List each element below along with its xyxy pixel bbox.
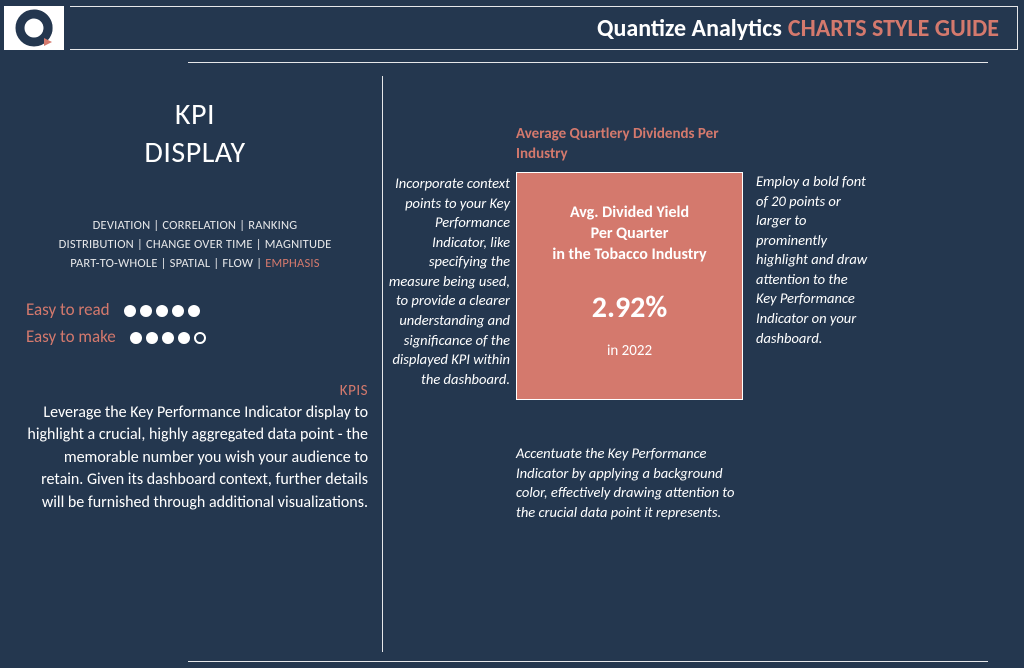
section-title-line1: KPI bbox=[175, 96, 215, 133]
donut-logo-icon bbox=[14, 8, 54, 48]
ratings: Easy to read Easy to make bbox=[26, 297, 368, 350]
tag: DISTRIBUTION bbox=[59, 237, 134, 252]
kpi-card-heading-line2: Per Quarter bbox=[591, 224, 669, 243]
header: Quantize Analytics CHARTS STYLE GUIDE bbox=[0, 4, 1024, 52]
tag-list: DEVIATION | CORRELATION | RANKING DISTRI… bbox=[22, 217, 368, 273]
tag: RANKING bbox=[248, 218, 297, 233]
annotation-right: Employ a bold font of 20 points or large… bbox=[756, 172, 868, 348]
kpi-card-year: in 2022 bbox=[517, 342, 742, 360]
rating-easy-to-make: Easy to make bbox=[26, 324, 368, 350]
divider-bottom bbox=[188, 661, 988, 662]
kpi-card-title: Average Quartlery Dividends Per Industry bbox=[516, 124, 746, 165]
annotation-left: Incorporate context points to your Key P… bbox=[388, 174, 510, 389]
rating-dots-read bbox=[120, 297, 200, 323]
left-column: KPI DISPLAY DEVIATION | CORRELATION | RA… bbox=[0, 76, 382, 652]
divider-top bbox=[188, 62, 988, 63]
kpi-card-heading-line3: in the Tobacco Industry bbox=[552, 245, 706, 264]
tag: CHANGE OVER TIME bbox=[146, 237, 253, 252]
section-title-line2: DISPLAY bbox=[144, 134, 245, 171]
tag: PART-TO-WHOLE bbox=[70, 256, 157, 271]
annotation-bottom: Accentuate the Key Performance Indicator… bbox=[516, 444, 754, 522]
kpis-label: KPIS bbox=[22, 382, 368, 400]
tag: FLOW bbox=[222, 256, 253, 271]
tag: SPATIAL bbox=[170, 256, 211, 271]
section-title: KPI DISPLAY bbox=[22, 96, 368, 171]
brand-logo bbox=[4, 6, 64, 50]
body: KPI DISPLAY DEVIATION | CORRELATION | RA… bbox=[0, 76, 1024, 652]
header-title-box: Quantize Analytics CHARTS STYLE GUIDE bbox=[70, 6, 1018, 50]
right-column: Average Quartlery Dividends Per Industry… bbox=[382, 76, 1024, 652]
tag: MAGNITUDE bbox=[265, 237, 332, 252]
rating-dots-make bbox=[126, 324, 206, 350]
section-body: Leverage the Key Performance Indicator d… bbox=[22, 402, 368, 514]
kpi-card-metric: 2.92% bbox=[517, 289, 742, 326]
kpi-card-heading: Avg. Divided Yield Per Quarter in the To… bbox=[517, 203, 742, 265]
rating-easy-to-read: Easy to read bbox=[26, 297, 368, 323]
guide-label: CHARTS STYLE GUIDE bbox=[788, 14, 999, 43]
tag: DEVIATION bbox=[93, 218, 151, 233]
kpi-card-heading-line1: Avg. Divided Yield bbox=[570, 203, 689, 222]
brand-name: Quantize Analytics bbox=[597, 14, 782, 43]
tag: CORRELATION bbox=[162, 218, 236, 233]
rating-label: Easy to read bbox=[26, 297, 110, 323]
rating-label: Easy to make bbox=[26, 324, 116, 350]
kpi-card: Avg. Divided Yield Per Quarter in the To… bbox=[516, 172, 743, 400]
tag-emphasis: EMPHASIS bbox=[265, 256, 320, 271]
